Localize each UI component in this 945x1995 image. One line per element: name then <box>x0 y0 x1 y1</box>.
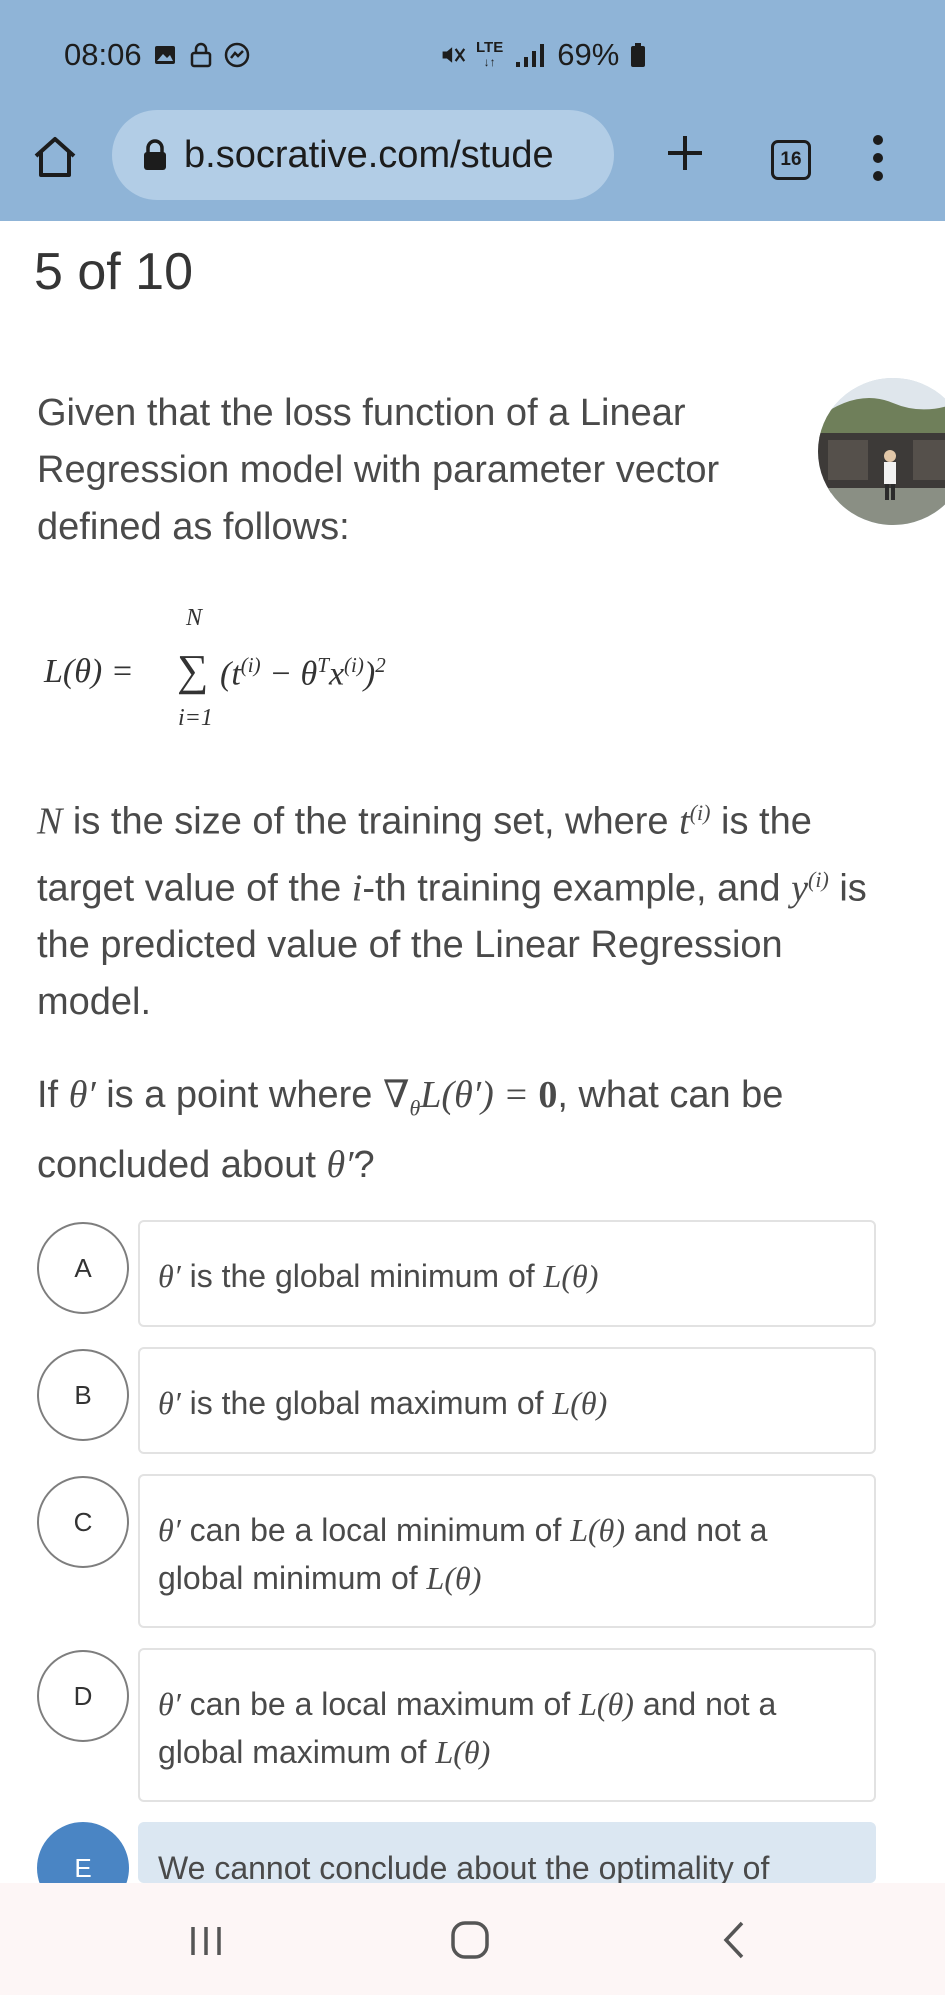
question-intro: Given that the loss function of a Linear… <box>37 392 720 548</box>
formula-upper-limit: N <box>186 605 203 631</box>
option-text-box[interactable]: θ′ can be a local maximum of L(θ) and no… <box>138 1648 876 1802</box>
home-circle-icon[interactable] <box>440 1915 500 1965</box>
status-bar-right: LTE ↓↑ 69% <box>440 30 647 80</box>
option-text-box[interactable]: θ′ is the global maximum of L(θ) <box>138 1347 876 1454</box>
home-icon[interactable] <box>30 132 80 182</box>
mute-icon <box>440 42 466 68</box>
recent-apps-icon[interactable] <box>176 1915 236 1965</box>
question-definitions: N is the size of the training set, where… <box>37 800 867 1024</box>
video-overlay-thumbnail[interactable] <box>818 378 945 525</box>
question-prompt: If θ′ is a point where ∇θL(θ′) = 0, what… <box>37 1074 784 1186</box>
status-time: 08:06 <box>64 37 142 72</box>
more-options-icon[interactable] <box>858 130 898 186</box>
option-letter-circle[interactable]: C <box>37 1476 129 1568</box>
tab-switcher-button[interactable]: 16 <box>771 140 811 180</box>
formula-body: (t(i) − θTx(i))2 <box>220 653 386 693</box>
formula-sigma: ∑ <box>177 646 209 695</box>
battery-icon <box>629 42 647 68</box>
messenger-icon <box>224 42 250 68</box>
url-text: b.socrative.com/stude <box>184 133 554 176</box>
formula-lhs: L(θ) = <box>44 653 134 690</box>
option-letter-circle[interactable]: D <box>37 1650 129 1742</box>
option-letter-circle[interactable]: B <box>37 1349 129 1441</box>
option-text-box[interactable]: We cannot conclude about the optimality … <box>138 1822 876 1886</box>
lock-icon <box>188 42 214 68</box>
battery-percent: 69% <box>557 37 620 72</box>
question-progress: 5 of 10 <box>34 243 194 301</box>
status-bar-left: 08:06 <box>64 30 250 80</box>
address-bar[interactable]: b.socrative.com/stude <box>112 110 614 200</box>
option-text-box[interactable]: θ′ is the global minimum of L(θ) <box>138 1220 876 1327</box>
lte-icon: LTE ↓↑ <box>476 39 504 69</box>
option-text-box[interactable]: θ′ can be a local minimum of L(θ) and no… <box>138 1474 876 1628</box>
signal-icon <box>513 42 547 68</box>
option-letter-circle[interactable]: A <box>37 1222 129 1314</box>
secure-lock-icon <box>142 139 168 171</box>
formula-lower-limit: i=1 <box>178 705 213 731</box>
back-icon[interactable] <box>704 1915 764 1965</box>
image-icon <box>152 42 178 68</box>
new-tab-button[interactable] <box>660 128 710 178</box>
